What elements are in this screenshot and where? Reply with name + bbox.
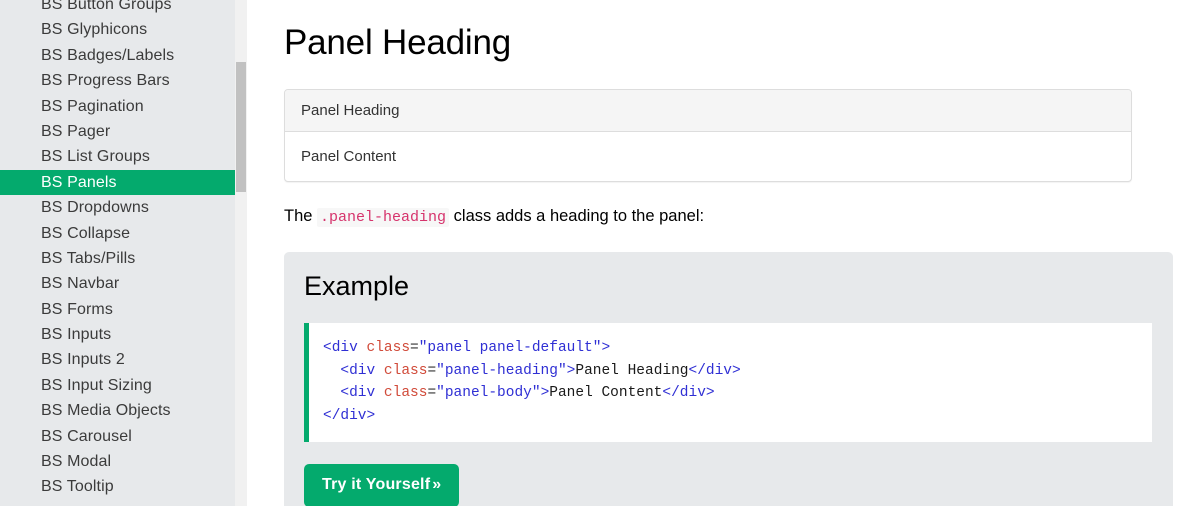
sidebar-item-label: BS Collapse [41, 224, 131, 242]
description-text-before: The [284, 207, 318, 225]
sidebar-item-bs-glyphicons[interactable]: BS Glyphicons [0, 17, 235, 42]
sidebar-item-bs-navbar[interactable]: BS Navbar [0, 271, 235, 296]
sidebar-item-bs-button-groups[interactable]: BS Button Groups [0, 0, 235, 17]
sidebar-item-bs-inputs[interactable]: BS Inputs [0, 322, 235, 347]
sidebar-item-bs-pager[interactable]: BS Pager [0, 119, 235, 144]
demo-panel-body: Panel Content [301, 148, 397, 165]
code-token: <div [340, 362, 376, 379]
code-token: <div [340, 385, 376, 402]
sidebar-item-label: BS Media Objects [41, 402, 171, 420]
code-token: </div> [688, 362, 741, 379]
sidebar-menu: BS Button Groups BS Glyphicons BS Badges/L… [0, 0, 235, 500]
sidebar-item-label: BS Input Sizing [41, 376, 152, 394]
sidebar-item-label: BS Navbar [41, 275, 120, 293]
code-token: class [383, 362, 428, 379]
sidebar-item-bs-tabs-pills[interactable]: BS Tabs/Pills [0, 246, 235, 271]
sidebar-item-label: BS Glyphicons [41, 21, 148, 39]
content-inner: Panel Heading Panel Heading Panel Conten… [284, 0, 1200, 506]
sidebar-item-bs-inputs-2[interactable]: BS Inputs 2 [0, 347, 235, 372]
sidebar-item-bs-dropdowns[interactable]: BS Dropdowns [0, 195, 235, 220]
sidebar-item-label: BS Inputs [41, 326, 112, 344]
demo-panel-heading: Panel Heading [285, 90, 1131, 132]
sidebar-item-bs-input-sizing[interactable]: BS Input Sizing [0, 373, 235, 398]
sidebar-content-gutter [247, 0, 262, 506]
code-token: > [601, 340, 611, 357]
code-token: <div [323, 340, 358, 357]
sidebar-item-label: BS Inputs 2 [41, 351, 125, 369]
demo-panel: Panel Heading Panel Content [284, 89, 1132, 182]
sidebar-item-bs-panels[interactable]: BS Panels [0, 169, 235, 196]
sidebar-item-bs-tooltip[interactable]: BS Tooltip [0, 474, 235, 499]
code-token: = [427, 385, 437, 402]
sidebar-item-bs-carousel[interactable]: BS Carousel [0, 424, 235, 449]
sidebar-item-label: BS Button Groups [41, 0, 172, 13]
example-title: Example [304, 270, 410, 301]
sidebar-item-bs-badges-labels[interactable]: BS Badges/Labels [0, 43, 235, 68]
chevron-right-icon: » [432, 475, 442, 493]
code-token: "panel-body" [436, 385, 541, 402]
sidebar-item-label: BS Pager [41, 122, 111, 140]
code-token: </div> [662, 385, 715, 402]
sidebar: BS Button Groups BS Glyphicons BS Badges/L… [0, 0, 247, 506]
inline-code-panel-heading: .panel-heading [317, 208, 450, 227]
code-token: = [410, 340, 419, 357]
sidebar-item-bs-pagination[interactable]: BS Pagination [0, 94, 235, 119]
sidebar-item-bs-collapse[interactable]: BS Collapse [0, 221, 235, 246]
code-token: class [366, 340, 411, 357]
sidebar-item-label: BS List Groups [41, 148, 151, 166]
sidebar-item-bs-media-objects[interactable]: BS Media Objects [0, 398, 235, 423]
sidebar-scrollbar-thumb[interactable] [236, 62, 246, 192]
sidebar-item-label: BS Panels [41, 173, 117, 191]
page-root: BS Button Groups BS Glyphicons BS Badges/L… [0, 0, 1200, 506]
page-title: Panel Heading [284, 23, 512, 62]
sidebar-item-label: BS Carousel [41, 427, 132, 445]
code-token: > [540, 385, 550, 402]
sidebar-item-label: BS Forms [41, 300, 113, 318]
sidebar-item-label: BS Badges/Labels [41, 46, 175, 64]
code-token: "panel panel-default" [418, 340, 602, 357]
sidebar-item-bs-list-groups[interactable]: BS List Groups [0, 144, 235, 169]
code-token: Panel Heading [575, 362, 689, 379]
sidebar-item-label: BS Pagination [41, 97, 144, 115]
code-token: class [383, 385, 428, 402]
description-text-after: class adds a heading to the panel: [449, 207, 705, 225]
try-it-yourself-label: Try it Yourself [322, 475, 431, 493]
sidebar-item-label: BS Dropdowns [41, 199, 149, 217]
panel-heading-description: The .panel-heading class adds a heading … [284, 182, 1200, 230]
code-token: = [427, 362, 437, 379]
sidebar-item-label: BS Tooltip [41, 478, 114, 496]
code-token: "panel-heading" [436, 362, 567, 379]
main-content: Panel Heading Panel Heading Panel Conten… [262, 0, 1200, 506]
sidebar-item-bs-forms[interactable]: BS Forms [0, 297, 235, 322]
code-token: Panel Content [549, 385, 663, 402]
try-it-yourself-button[interactable]: Try it Yourself» [304, 463, 460, 506]
example-box: Example <div class="panel panel-default"… [284, 251, 1173, 506]
example-code-block[interactable]: <div class="panel panel-default"> <div c… [304, 323, 1152, 442]
code-token: </div> [323, 407, 376, 424]
sidebar-item-label: BS Modal [41, 453, 112, 471]
sidebar-item-label: BS Progress Bars [41, 72, 170, 90]
sidebar-item-bs-modal[interactable]: BS Modal [0, 449, 235, 474]
sidebar-item-bs-progress-bars[interactable]: BS Progress Bars [0, 68, 235, 93]
sidebar-item-label: BS Tabs/Pills [41, 249, 136, 267]
